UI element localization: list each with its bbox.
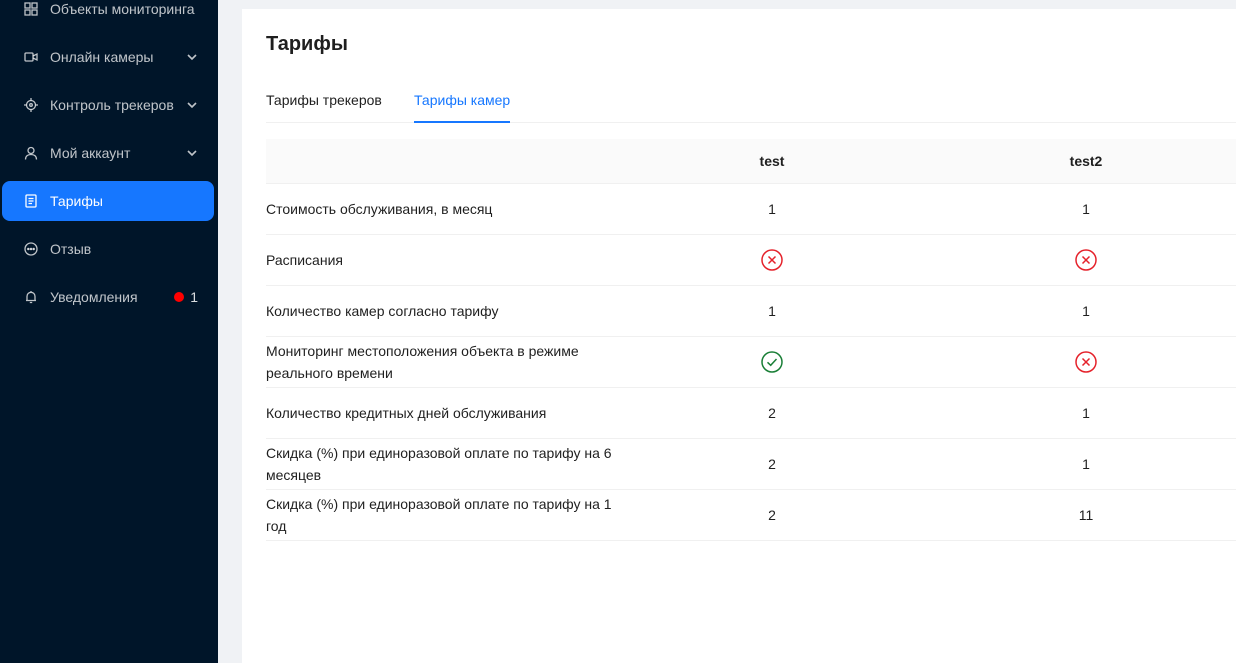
cell-value: 2	[768, 456, 776, 472]
header-cell-test2: test2	[1069, 153, 1103, 169]
header-cell-empty	[266, 139, 626, 183]
sidebar-item-label: Уведомления	[50, 289, 138, 305]
sidebar-item-label: Объекты мониторинга	[50, 1, 195, 17]
notification-dot	[174, 292, 185, 302]
cell-value: 1	[1082, 456, 1090, 472]
document-icon	[24, 194, 38, 208]
page-title: Тарифы	[266, 33, 348, 55]
cell-value: 2	[768, 507, 776, 523]
chevron-down-icon[interactable]	[186, 99, 198, 111]
sidebar-item-label: Отзыв	[50, 241, 92, 257]
row-label: Скидка (%) при единоразовой оплате по та…	[266, 496, 612, 534]
user-icon	[24, 146, 38, 160]
row-label: Скидка (%) при единоразовой оплате по та…	[266, 445, 612, 483]
sidebar-item-online-cameras[interactable]: Онлайн камеры	[2, 37, 214, 77]
table-row: Мониторинг местоположения объекта в режи…	[266, 337, 1236, 388]
tabs: Тарифы трекеров Тарифы камер	[266, 82, 1236, 123]
sidebar-item-label: Мой аккаунт	[50, 145, 131, 161]
close-circle-icon	[1075, 351, 1097, 373]
grid-icon	[24, 2, 38, 16]
cell-status	[712, 235, 832, 285]
cell-value: 1	[1082, 405, 1090, 421]
sidebar-item-tariffs[interactable]: Тарифы	[2, 181, 214, 221]
sidebar-item-feedback[interactable]: Отзыв	[2, 229, 214, 269]
video-camera-icon	[24, 50, 38, 64]
table-row: Количество камер согласно тарифу 1 1	[266, 286, 1236, 337]
cell-value: 11	[1078, 507, 1094, 523]
table-row: Расписания	[266, 235, 1236, 286]
sidebar: Объекты мониторинга Онлайн камеры Контро…	[0, 0, 218, 663]
sidebar-item-label: Контроль трекеров	[50, 97, 174, 113]
cell-status	[712, 337, 832, 387]
cell-value: 1	[768, 303, 776, 319]
cell-status	[1026, 337, 1146, 387]
row-label: Количество камер согласно тарифу	[266, 303, 499, 319]
notification-count: 1	[190, 289, 198, 305]
message-icon	[24, 242, 38, 256]
header-cell-test: test	[759, 153, 785, 169]
row-label: Количество кредитных дней обслуживания	[266, 405, 547, 421]
tab-tracker-tariffs[interactable]: Тарифы трекеров	[266, 92, 382, 121]
cell-status	[1026, 235, 1146, 285]
sidebar-item-my-account[interactable]: Мой аккаунт	[2, 133, 214, 173]
cell-value: 2	[768, 405, 776, 421]
table-row: Скидка (%) при единоразовой оплате по та…	[266, 439, 1236, 490]
cell-value: 1	[1082, 201, 1090, 217]
close-circle-icon	[761, 249, 783, 271]
sidebar-item-notifications[interactable]: Уведомления 1	[2, 277, 214, 317]
table-header: test test2	[266, 139, 1236, 184]
sidebar-item-label: Тарифы	[50, 193, 103, 209]
sidebar-item-monitoring-objects[interactable]: Объекты мониторинга	[2, 0, 214, 29]
chevron-down-icon[interactable]	[186, 147, 198, 159]
sidebar-item-label: Онлайн камеры	[50, 49, 154, 65]
chevron-down-icon[interactable]	[186, 51, 198, 63]
cell-value: 1	[768, 201, 776, 217]
tariff-table: test test2 Стоимость обслуживания, в мес…	[266, 139, 1236, 541]
table-row: Скидка (%) при единоразовой оплате по та…	[266, 490, 1236, 541]
cell-value: 1	[1082, 303, 1090, 319]
crosshair-icon	[24, 98, 38, 112]
close-circle-icon	[1075, 249, 1097, 271]
sidebar-item-tracker-control[interactable]: Контроль трекеров	[2, 85, 214, 125]
check-circle-icon	[761, 351, 783, 373]
row-label: Расписания	[266, 252, 343, 268]
row-label: Стоимость обслуживания, в месяц	[266, 201, 493, 217]
table-row: Стоимость обслуживания, в месяц 1 1	[266, 184, 1236, 235]
row-label: Мониторинг местоположения объекта в режи…	[266, 343, 579, 381]
table-row: Количество кредитных дней обслуживания 2…	[266, 388, 1236, 439]
bell-icon	[24, 290, 38, 304]
tab-camera-tariffs[interactable]: Тарифы камер	[414, 92, 511, 123]
main-content: Тарифы Тарифы трекеров Тарифы камер test…	[242, 9, 1236, 663]
